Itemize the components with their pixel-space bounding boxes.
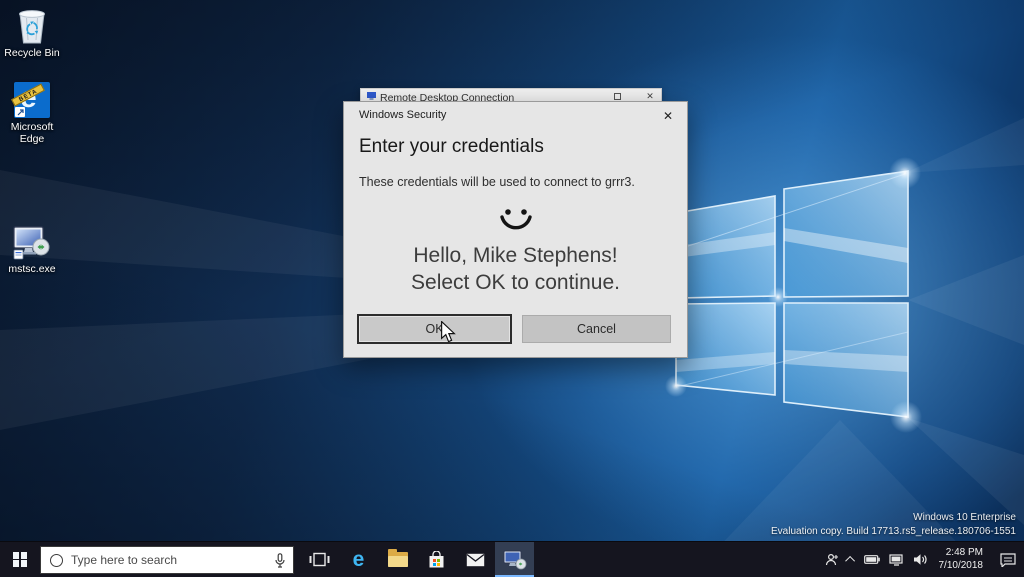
recycle-bin-icon (0, 6, 64, 44)
windows-logo-icon (13, 552, 28, 567)
desktop-screen: Recycle Bin e BETA Microsoft Edge (0, 0, 1024, 577)
mstsc-label: mstsc.exe (0, 263, 64, 275)
rdp-maximize-icon[interactable] (614, 93, 621, 100)
dialog-close-icon[interactable]: ✕ (659, 109, 677, 123)
taskbar-clock[interactable]: 2:48 PM 7/10/2018 (939, 547, 984, 572)
watermark-line1: Windows 10 Enterprise (771, 511, 1016, 525)
mail-icon (466, 553, 485, 567)
rdp-taskbar-icon (503, 550, 527, 570)
tray-chevron-up-icon[interactable] (848, 556, 855, 563)
desktop-icon-microsoft-edge[interactable]: e BETA Microsoft Edge (0, 82, 64, 145)
dialog-heading: Enter your credentials (359, 136, 672, 158)
ok-button[interactable]: OK (357, 314, 512, 344)
shortcut-arrow-icon (15, 107, 25, 117)
store-icon (428, 551, 445, 569)
greeting-text: Hello, Mike Stephens! Select OK to conti… (344, 243, 687, 297)
watermark-line2: Evaluation copy. Build 17713.rs5_release… (771, 525, 1016, 539)
greeting-line1: Hello, Mike Stephens! (344, 243, 687, 270)
clock-date: 7/10/2018 (939, 560, 984, 573)
greeting-line2: Select OK to continue. (344, 270, 687, 297)
taskbar-rdp-button[interactable] (495, 542, 534, 577)
taskbar-store-button[interactable] (417, 542, 456, 577)
edge-label: Microsoft Edge (0, 121, 64, 145)
windows-security-dialog: Windows Security ✕ Enter your credential… (343, 101, 688, 358)
battery-icon[interactable] (864, 555, 880, 564)
taskbar: e (0, 541, 1024, 577)
search-input[interactable] (71, 553, 267, 567)
microphone-icon[interactable] (275, 553, 285, 568)
smiley-icon (344, 207, 687, 235)
start-button[interactable] (0, 542, 40, 577)
dialog-subtext: These credentials will be used to connec… (359, 175, 672, 189)
volume-icon[interactable] (913, 553, 928, 566)
remote-desktop-connection-window[interactable]: Remote Desktop Connection ✕ (360, 88, 662, 102)
recycle-bin-label: Recycle Bin (0, 47, 64, 59)
taskbar-file-explorer-button[interactable] (378, 542, 417, 577)
rdp-window-icon (367, 92, 376, 100)
cancel-button[interactable]: Cancel (522, 315, 671, 343)
taskbar-edge-button[interactable]: e (339, 542, 378, 577)
cortana-icon (50, 554, 63, 567)
people-icon[interactable] (825, 553, 839, 566)
network-icon[interactable] (889, 554, 904, 566)
edge-taskbar-icon: e (353, 549, 365, 570)
dialog-title: Windows Security (359, 109, 446, 121)
evaluation-watermark: Windows 10 Enterprise Evaluation copy. B… (771, 511, 1016, 539)
file-explorer-icon (388, 552, 408, 567)
task-view-icon (309, 552, 330, 567)
taskbar-mail-button[interactable] (456, 542, 495, 577)
clock-time: 2:48 PM (939, 547, 984, 560)
task-view-button[interactable] (300, 542, 339, 577)
desktop-icon-mstsc[interactable]: mstsc.exe (0, 226, 64, 275)
taskbar-search-box[interactable] (40, 546, 294, 574)
desktop-icon-recycle-bin[interactable]: Recycle Bin (0, 6, 64, 59)
mstsc-icon (0, 226, 64, 260)
edge-icon: e BETA (14, 82, 50, 118)
action-center-icon[interactable] (1000, 553, 1016, 567)
